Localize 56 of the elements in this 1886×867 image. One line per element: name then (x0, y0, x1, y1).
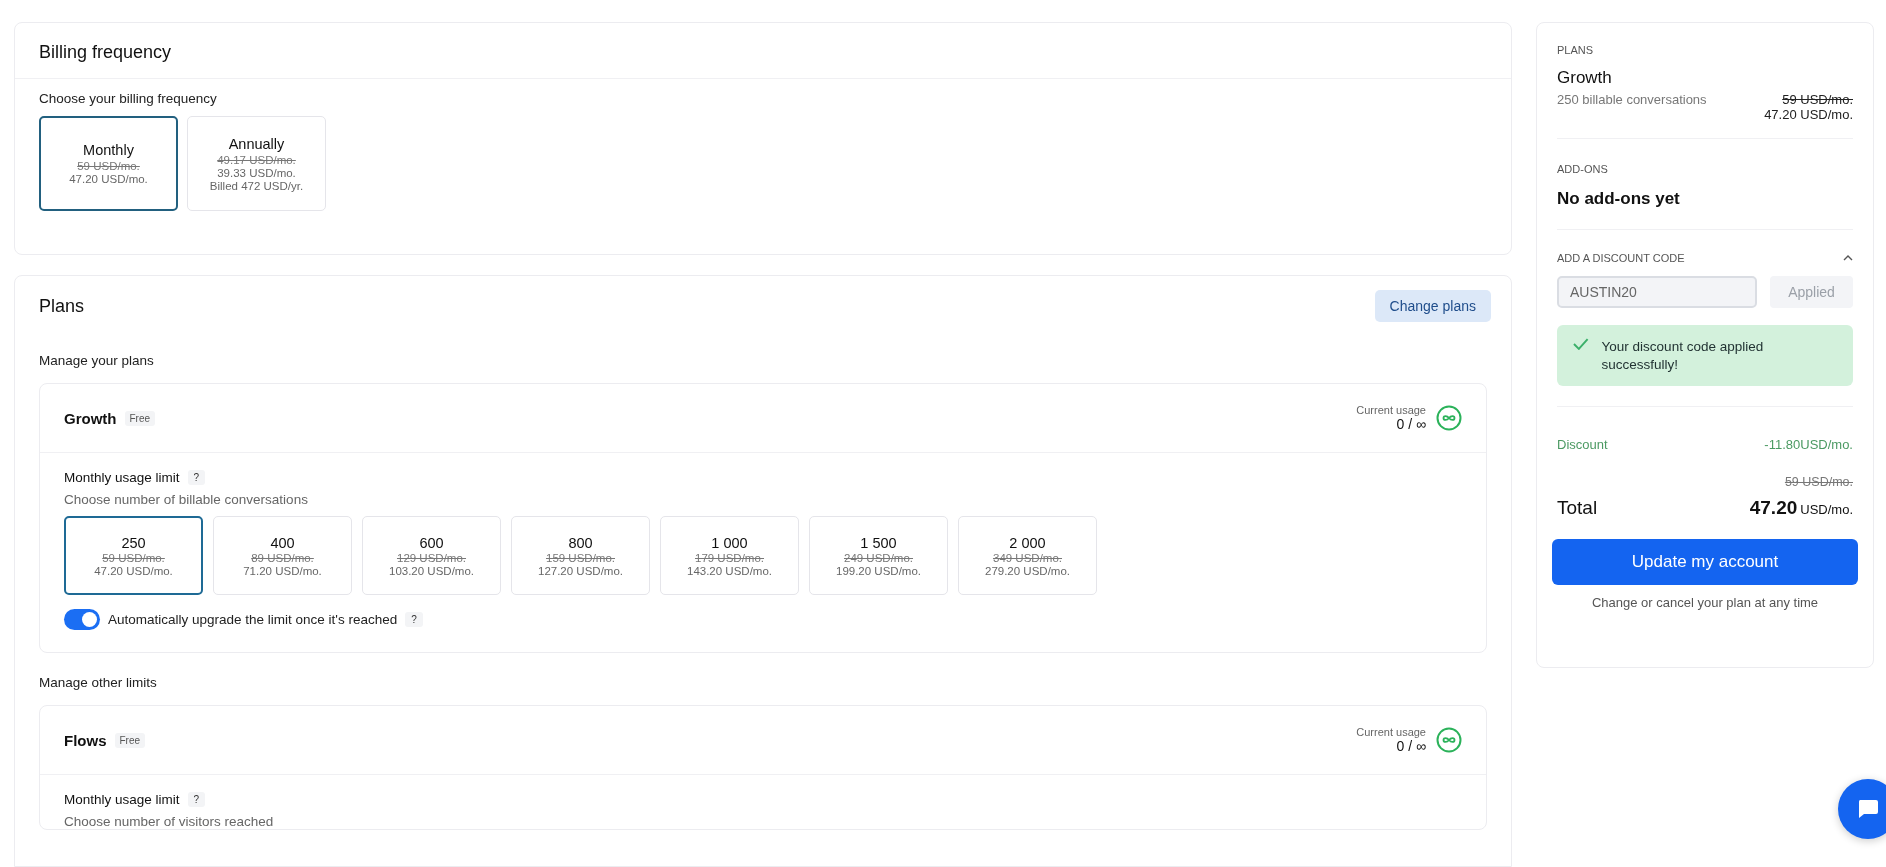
limit-label: Monthly usage limit (64, 470, 180, 485)
footnote: Change or cancel your plan at any time (1590, 595, 1820, 610)
section-prompt: Choose your billing frequency (38, 90, 218, 106)
section-subtitle: Manage your plans (39, 353, 155, 368)
section-subtitle: Manage other limits (39, 675, 158, 690)
plan-name: Growth (1557, 68, 1613, 88)
tier-option[interactable]: 800 159 USD/mo. 127.20 USD/mo. (511, 516, 650, 595)
limit-label: Monthly usage limit (64, 792, 180, 807)
discount-label: Discount (1557, 437, 1608, 452)
old-price: 59 USD/mo. (1782, 92, 1853, 107)
usage-value: 0 / ∞ (1396, 416, 1426, 432)
infinity-icon (1436, 727, 1462, 753)
billing-option[interactable]: Annually 49.17 USD/mo. 39.33 USD/mo. Billed 472 USD/yr. (187, 116, 326, 211)
help-badge[interactable]: ? (405, 612, 423, 627)
chat-button[interactable] (1838, 779, 1886, 839)
help-badge[interactable]: ? (187, 792, 206, 807)
tier-option[interactable]: 1 000 179 USD/mo. 143.20 USD/mo. (660, 516, 799, 595)
infinity-icon (1436, 405, 1462, 431)
limit-name: Flows (64, 731, 107, 749)
usage-label: Current usage (1356, 726, 1426, 738)
tier-option[interactable]: 600 129 USD/mo. 103.20 USD/mo. (362, 516, 501, 595)
checkmark-icon (1573, 338, 1589, 350)
success-message: Your discount code applied successfully! (1557, 325, 1853, 386)
usage-label: Current usage (1356, 404, 1426, 416)
limit-hint: Choose number of billable conversations (64, 492, 309, 507)
limit-name: Growth (64, 409, 117, 427)
old-total: 59 USD/mo. (1783, 475, 1853, 489)
update-account-button[interactable]: Update my account (1552, 539, 1858, 585)
chevron-icon[interactable] (1843, 255, 1853, 261)
tier-option[interactable]: 2 000 349 USD/mo. 279.20 USD/mo. (958, 516, 1097, 595)
plan-description: 250 billable conversations (1557, 92, 1707, 109)
help-badge[interactable]: ? (187, 470, 206, 485)
tier-option[interactable]: 400 89 USD/mo. 71.20 USD/mo. (213, 516, 352, 595)
plan-price: 47.20 USD/mo. (1764, 107, 1853, 122)
plan-badge: Free (124, 410, 156, 426)
toggle-switch[interactable] (64, 609, 100, 630)
total-unit: USD/mo. (1800, 502, 1853, 517)
total-amount: 47.20 (1749, 497, 1798, 519)
total-label: Total (1557, 497, 1598, 519)
billing-option[interactable]: Monthly 59 USD/mo. 47.20 USD/mo. (39, 116, 178, 211)
usage-value: 0 / ∞ (1396, 738, 1426, 754)
chat-bubble-icon (1857, 798, 1879, 820)
change-plans-button[interactable]: Change plans (1374, 290, 1491, 322)
section-caption: ADD A DISCOUNT CODE (1557, 252, 1685, 264)
limit-hint: Choose number of visitors reached (64, 814, 275, 829)
toggle-label: Automatically upgrade the limit once it's reached (108, 612, 398, 627)
discount-code-field[interactable]: AUSTIN20 (1557, 276, 1757, 308)
section-title: Plans (39, 295, 85, 317)
tier-option[interactable]: 1 500 249 USD/mo. 199.20 USD/mo. (809, 516, 948, 595)
section-title: Billing frequency (39, 42, 173, 63)
discount-value: -11.80USD/mo. (1764, 437, 1853, 452)
plan-badge: Free (114, 732, 146, 748)
addons-text: No add-ons yet (1557, 189, 1681, 209)
section-caption: ADD-ONS (1557, 163, 1609, 175)
tier-option[interactable]: 250 59 USD/mo. 47.20 USD/mo. (64, 516, 203, 595)
section-caption: PLANS (1557, 44, 1595, 56)
